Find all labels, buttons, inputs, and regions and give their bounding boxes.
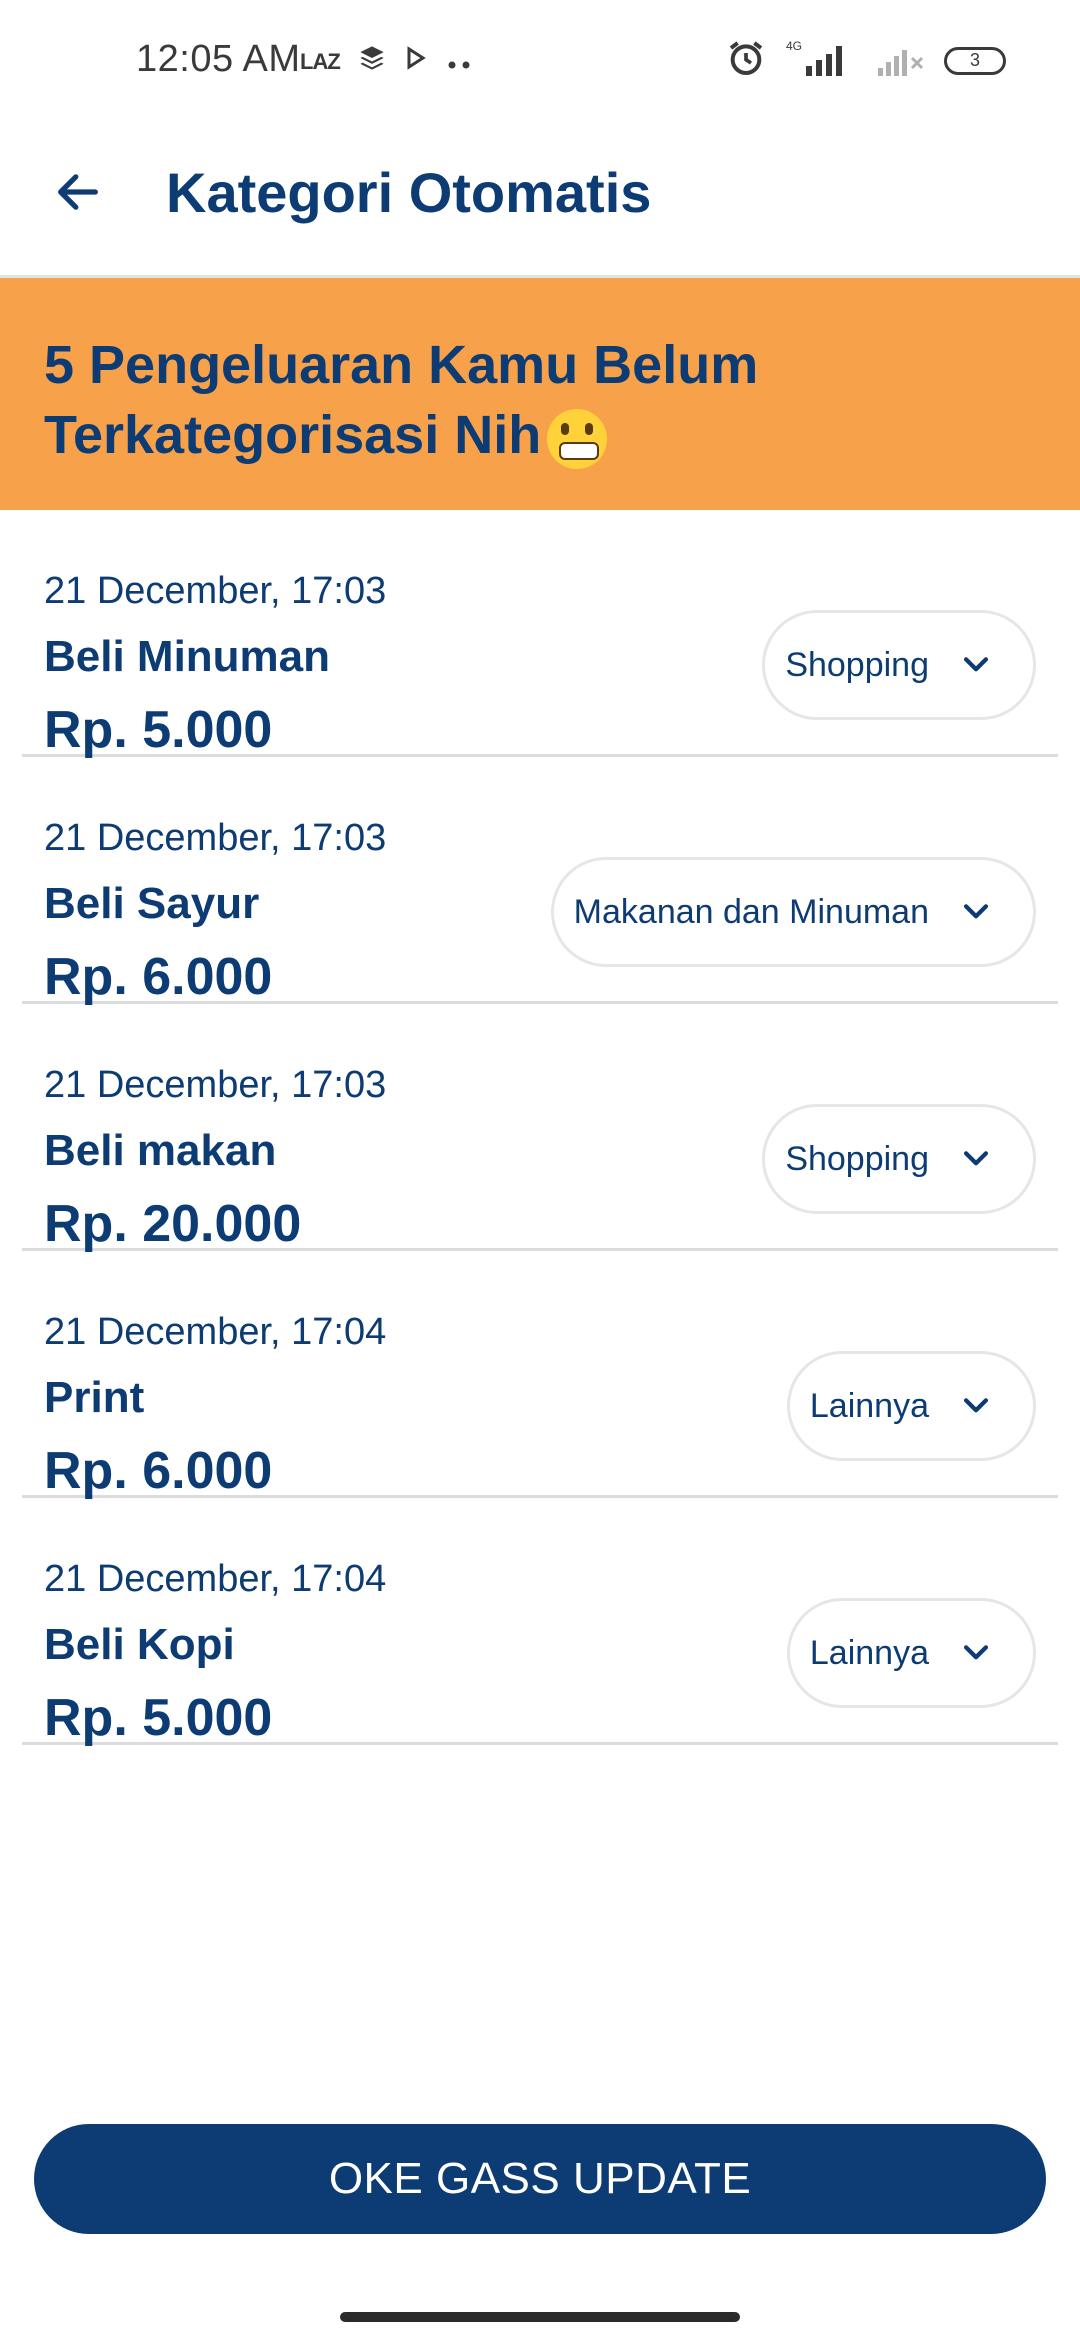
transaction-row: 21 December, 17:04 Beli Kopi Rp. 5.000 L…: [22, 1498, 1058, 1747]
transaction-date: 21 December, 17:04: [44, 1558, 387, 1600]
page-title: Kategori Otomatis: [166, 161, 652, 224]
cellular-signal-icon: 4G: [784, 38, 858, 83]
status-time: 12:05 AM: [136, 38, 301, 80]
transaction-name: Beli Kopi: [44, 1620, 235, 1669]
category-dropdown[interactable]: Shopping: [762, 610, 1036, 720]
category-label: Makanan dan Minuman: [573, 892, 929, 931]
update-button[interactable]: OKE GASS UPDATE: [34, 2124, 1046, 2234]
chevron-down-icon: [959, 648, 993, 682]
category-label: Shopping: [785, 645, 929, 684]
no-signal-icon: [876, 38, 926, 83]
alarm-icon: [726, 38, 766, 83]
back-button[interactable]: [46, 160, 110, 224]
transaction-amount: Rp. 5.000: [44, 701, 273, 759]
chevron-down-icon: [959, 1389, 993, 1423]
more-notifications-icon: [446, 46, 474, 77]
banner-message: 5 Pengeluaran Kamu Belum Terkategorisasi…: [44, 330, 944, 470]
transaction-amount: Rp. 20.000: [44, 1195, 302, 1253]
home-indicator[interactable]: [340, 2312, 740, 2322]
banner-text: 5 Pengeluaran Kamu Belum Terkategorisasi…: [44, 335, 759, 465]
transaction-row: 21 December, 17:03 Beli Sayur Rp. 6.000 …: [22, 757, 1058, 1006]
uncategorized-banner: 5 Pengeluaran Kamu Belum Terkategorisasi…: [0, 278, 1080, 510]
battery-icon: 3: [944, 46, 1006, 75]
chevron-down-icon: [959, 895, 993, 929]
grimacing-face-icon: [547, 408, 608, 469]
transaction-amount: Rp. 6.000: [44, 1442, 273, 1500]
category-label: Shopping: [785, 1139, 929, 1178]
svg-text:4G: 4G: [786, 39, 802, 53]
transaction-row: 21 December, 17:03 Beli makan Rp. 20.000…: [22, 1004, 1058, 1253]
stack-notification-icon: [358, 44, 386, 79]
transaction-list: 21 December, 17:03 Beli Minuman Rp. 5.00…: [22, 510, 1058, 1747]
transaction-date: 21 December, 17:04: [44, 1311, 387, 1353]
category-label: Lainnya: [809, 1386, 929, 1425]
transaction-date: 21 December, 17:03: [44, 1064, 387, 1106]
transaction-row: 21 December, 17:03 Beli Minuman Rp. 5.00…: [22, 510, 1058, 759]
transaction-amount: Rp. 5.000: [44, 1689, 273, 1747]
transaction-date: 21 December, 17:03: [44, 817, 387, 859]
notification-icons: LAZ: [300, 44, 474, 79]
category-dropdown[interactable]: Makanan dan Minuman: [550, 857, 1036, 967]
transaction-date: 21 December, 17:03: [44, 570, 387, 612]
category-dropdown[interactable]: Shopping: [762, 1104, 1036, 1214]
lazada-notification-icon: LAZ: [300, 48, 341, 74]
transaction-name: Beli makan: [44, 1126, 277, 1175]
chevron-down-icon: [959, 1636, 993, 1670]
category-label: Lainnya: [809, 1633, 929, 1672]
transaction-name: Beli Minuman: [44, 632, 331, 681]
transaction-name: Beli Sayur: [44, 879, 260, 928]
chevron-down-icon: [959, 1142, 993, 1176]
play-store-notification-icon: [404, 46, 428, 77]
transaction-name: Print: [44, 1373, 145, 1422]
status-bar: 12:05 AM LAZ 4G 3: [0, 0, 1080, 120]
transaction-row: 21 December, 17:04 Print Rp. 6.000 Lainn…: [22, 1251, 1058, 1500]
arrow-left-icon: [58, 174, 98, 210]
system-status-icons: 4G 3: [726, 38, 1006, 83]
category-dropdown[interactable]: Lainnya: [786, 1351, 1036, 1461]
app-bar: Kategori Otomatis: [0, 120, 1080, 278]
category-dropdown[interactable]: Lainnya: [786, 1598, 1036, 1708]
transaction-amount: Rp. 6.000: [44, 948, 273, 1006]
